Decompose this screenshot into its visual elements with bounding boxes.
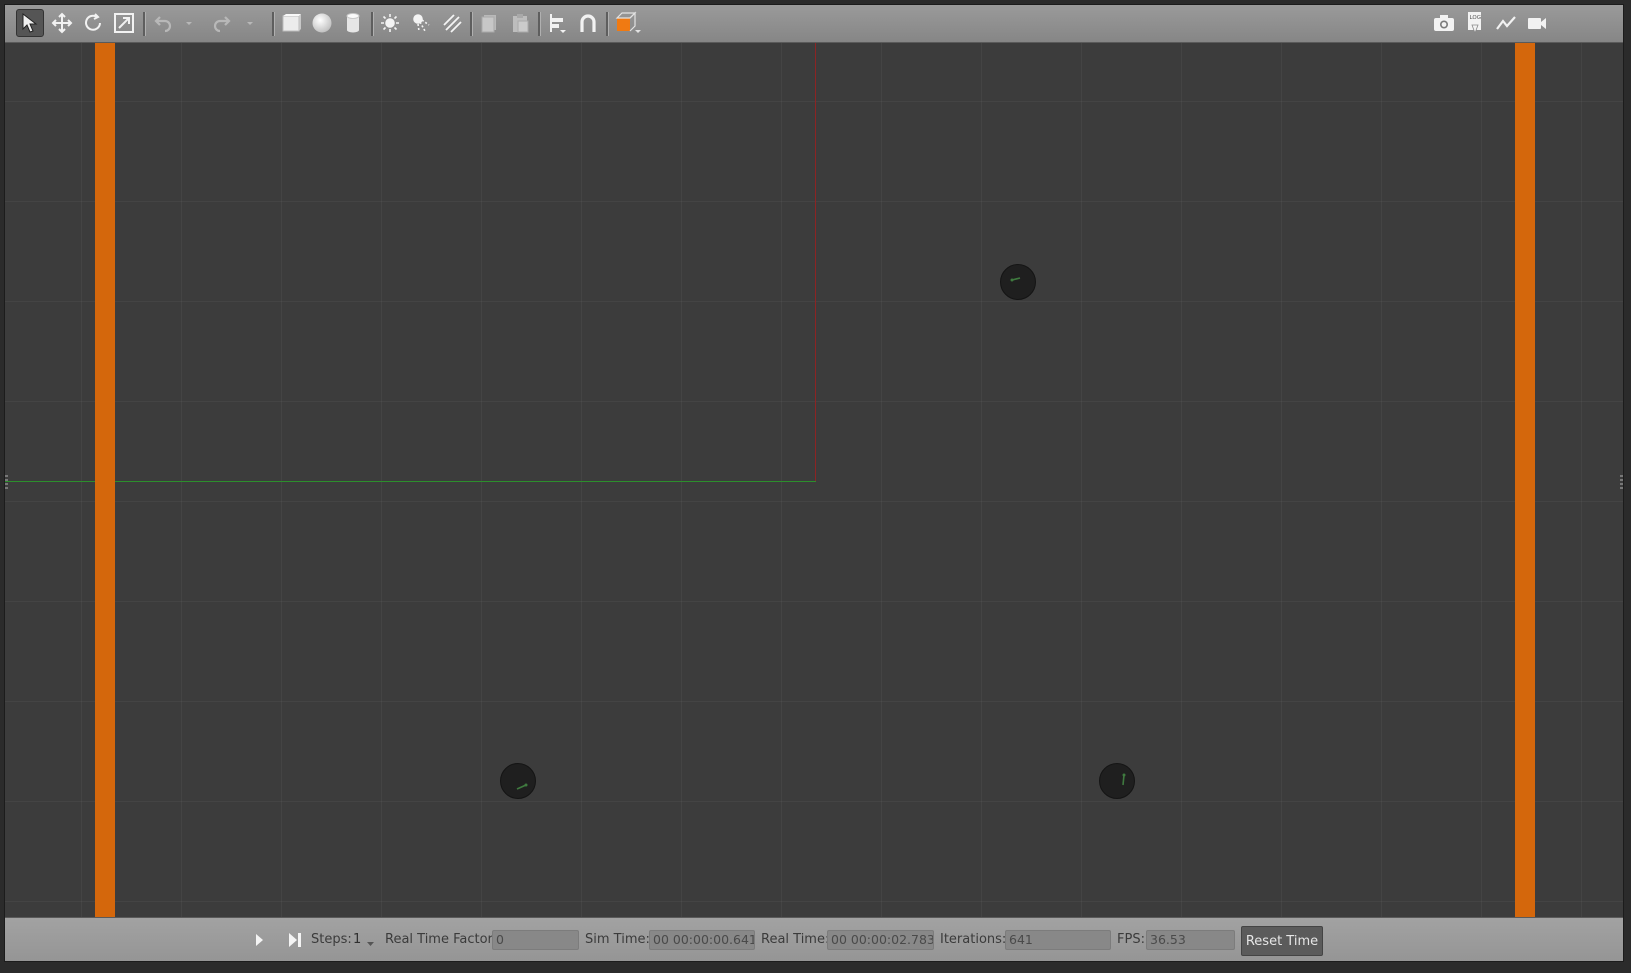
sim-time-label: Sim Time: xyxy=(585,932,650,947)
undo-icon[interactable] xyxy=(148,9,176,37)
sphere-shape-icon[interactable] xyxy=(308,9,336,37)
undo-history-dropdown-icon[interactable] xyxy=(179,9,199,37)
plot-icon[interactable] xyxy=(1492,9,1520,37)
step-icon[interactable] xyxy=(281,926,309,954)
redo-icon[interactable] xyxy=(209,9,237,37)
right-panel-handle[interactable] xyxy=(1620,475,1623,489)
toolbar-separator xyxy=(143,12,146,36)
top-toolbar: LOG xyxy=(5,5,1623,43)
fps-label: FPS: xyxy=(1117,932,1145,947)
toolbar-separator xyxy=(272,12,275,36)
real-time-label: Real Time: xyxy=(761,932,830,947)
real-time-factor-field: 0 xyxy=(492,930,579,950)
box-shape-icon[interactable] xyxy=(277,9,305,37)
real-time-factor-label: Real Time Factor: xyxy=(385,932,498,947)
fps-field: 36.53 xyxy=(1146,930,1235,950)
sim-time-field: 00 00:00:00.641 xyxy=(649,930,755,950)
y-axis-line xyxy=(815,43,816,481)
screenshot-camera-icon[interactable] xyxy=(1430,9,1458,37)
steps-value[interactable]: 1 xyxy=(353,932,361,947)
robot[interactable] xyxy=(500,763,536,799)
toolbar-separator xyxy=(538,12,541,36)
directional-light-icon[interactable] xyxy=(438,9,466,37)
reset-time-button[interactable]: Reset Time xyxy=(1241,926,1323,956)
translate-mode-icon[interactable] xyxy=(48,9,76,37)
robot[interactable] xyxy=(1000,264,1036,300)
iterations-label: Iterations: xyxy=(940,932,1007,947)
left-wall[interactable] xyxy=(95,43,115,917)
real-time-field: 00 00:00:02.783 xyxy=(827,930,934,950)
x-axis-line xyxy=(5,481,816,482)
toolbar-separator xyxy=(371,12,374,36)
right-wall[interactable] xyxy=(1515,43,1535,917)
steps-label: Steps: xyxy=(311,932,352,947)
rotate-mode-icon[interactable] xyxy=(79,9,107,37)
play-icon[interactable] xyxy=(245,926,273,954)
select-mode-icon[interactable] xyxy=(16,9,44,37)
toolbar-separator xyxy=(606,12,609,36)
toolbar-separator xyxy=(470,12,473,36)
point-light-icon[interactable] xyxy=(376,9,404,37)
snap-magnet-icon[interactable] xyxy=(574,9,602,37)
video-record-icon[interactable] xyxy=(1523,9,1551,37)
steps-dropdown-icon[interactable] xyxy=(366,937,375,952)
log-icon-label: LOG xyxy=(1470,15,1481,21)
scene-viewport[interactable] xyxy=(5,43,1623,917)
align-icon[interactable] xyxy=(543,9,571,37)
left-panel-handle[interactable] xyxy=(5,475,8,489)
time-panel: Steps: 1 Real Time Factor: 0 Sim Time: 0… xyxy=(5,917,1623,961)
scale-mode-icon[interactable] xyxy=(110,9,138,37)
view-angle-icon[interactable] xyxy=(611,9,643,37)
robot[interactable] xyxy=(1099,763,1135,799)
copy-icon[interactable] xyxy=(475,9,503,37)
cylinder-shape-icon[interactable] xyxy=(339,9,367,37)
log-icon[interactable]: LOG xyxy=(1461,9,1489,37)
redo-history-dropdown-icon[interactable] xyxy=(240,9,260,37)
spot-light-icon[interactable] xyxy=(407,9,435,37)
paste-icon[interactable] xyxy=(506,9,534,37)
gazebo-window: LOG Steps: 1 Real Time Factor: 0 Sim Tim… xyxy=(4,4,1624,962)
iterations-field: 641 xyxy=(1005,930,1111,950)
